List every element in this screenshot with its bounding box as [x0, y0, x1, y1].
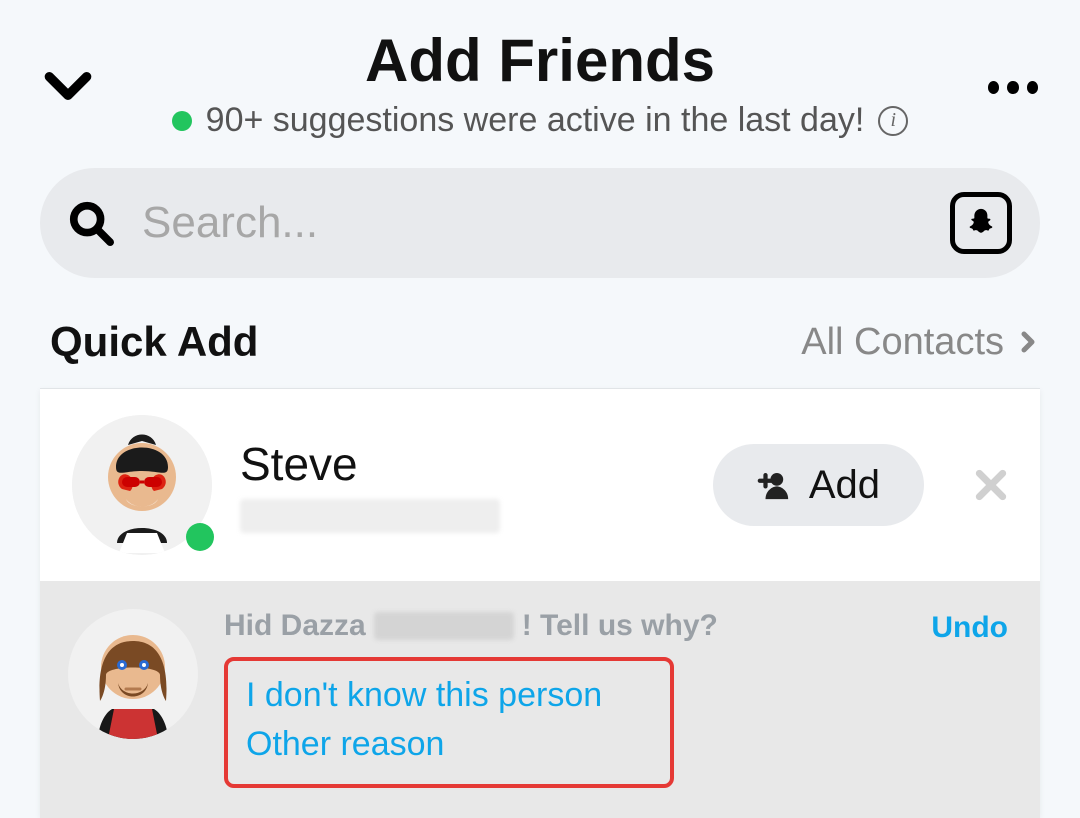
- more-icon[interactable]: [984, 58, 1042, 116]
- section-title-quick-add: Quick Add: [50, 318, 258, 366]
- hid-text-suffix: ! Tell us why?: [522, 609, 718, 643]
- chevron-right-icon: [1016, 330, 1040, 354]
- reason-options-highlight: I don't know this person Other reason: [224, 657, 674, 788]
- info-icon[interactable]: i: [878, 106, 908, 136]
- all-contacts-label: All Contacts: [801, 321, 1004, 364]
- add-friend-icon: [757, 468, 791, 502]
- add-friend-label: Add: [809, 463, 880, 508]
- all-contacts-link[interactable]: All Contacts: [801, 321, 1040, 364]
- reason-dont-know[interactable]: I don't know this person: [246, 671, 652, 720]
- active-indicator-dot: [172, 111, 192, 131]
- friend-name: Steve: [240, 437, 685, 491]
- search-input[interactable]: [142, 198, 922, 248]
- page-subtitle: 90+ suggestions were active in the last …: [206, 101, 865, 140]
- undo-hide-link[interactable]: Undo: [931, 611, 1008, 645]
- reason-other[interactable]: Other reason: [246, 720, 652, 769]
- hidden-name-redacted: [374, 612, 514, 640]
- add-friend-button[interactable]: Add: [713, 444, 924, 526]
- page-title: Add Friends: [0, 26, 1080, 95]
- back-chevron-down-icon[interactable]: [40, 58, 96, 114]
- avatar[interactable]: [68, 609, 198, 739]
- presence-dot: [186, 523, 214, 551]
- friend-card: Steve Add: [40, 389, 1040, 581]
- dismiss-suggestion-button[interactable]: [974, 468, 1008, 502]
- search-bar[interactable]: [40, 168, 1040, 278]
- friend-username-redacted: [240, 499, 500, 533]
- hidden-friend-card: Hid Dazza ! Tell us why? Undo I don't kn…: [40, 581, 1040, 818]
- search-icon: [68, 200, 114, 246]
- hid-text-prefix: Hid Dazza: [224, 609, 366, 643]
- snapcode-icon[interactable]: [950, 192, 1012, 254]
- avatar[interactable]: [72, 415, 212, 555]
